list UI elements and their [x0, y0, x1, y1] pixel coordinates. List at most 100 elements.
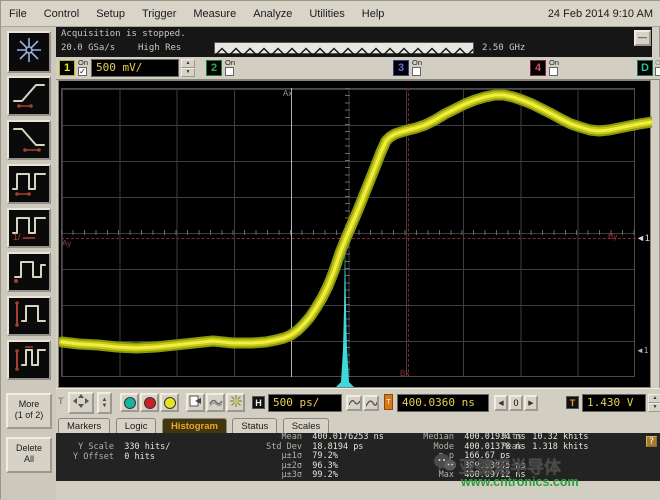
channel-1-on-label: On [78, 58, 88, 67]
channel-4-button[interactable]: 4 [530, 60, 546, 76]
export-waveform-button[interactable] [186, 393, 205, 412]
memory-bar-wave [215, 49, 473, 56]
channel-3-on-checkbox[interactable] [412, 67, 421, 76]
zoom-out-time-button[interactable] [346, 395, 362, 411]
channel-digital-on-checkbox[interactable] [655, 67, 660, 76]
channel-4-on-checkbox[interactable] [549, 67, 558, 76]
brightness-icon [230, 394, 242, 412]
y-offset-label: Y Offset [62, 453, 114, 463]
more-button-line2: (1 of 2) [8, 410, 50, 421]
arrow-page-icon [189, 394, 202, 412]
delay-zero-button[interactable]: 0 [509, 395, 523, 411]
channel-1-scale-spinner[interactable]: ▲▼ [181, 59, 195, 77]
channel-digital-button[interactable]: D [637, 60, 653, 76]
menu-measure[interactable]: Measure [193, 8, 236, 20]
horizontal-toolbar: T ▲ ▼ [56, 388, 660, 417]
rise-time-button[interactable] [7, 76, 51, 116]
marker-star-button[interactable] [7, 31, 51, 73]
horizontal-label: H [252, 396, 265, 409]
period-icon [10, 255, 48, 290]
channel-2-button[interactable]: 2 [206, 60, 222, 76]
stats-column-3: Hits 10.32 khits Peak 1.318 khits [488, 433, 589, 452]
menu-control[interactable]: Control [44, 8, 79, 20]
trigger-label: T [566, 396, 579, 409]
fall-time-icon [10, 123, 48, 158]
help-button[interactable]: ? [646, 436, 657, 447]
marker-color-yellow-button[interactable] [160, 393, 179, 412]
frequency-button[interactable]: 1/ [7, 208, 51, 248]
trigger-position-flag-icon[interactable]: T [384, 394, 393, 410]
channel-1-on-checkbox[interactable]: ✓ [78, 67, 87, 76]
y-offset-value: 0 hits [124, 452, 155, 462]
menu-setup[interactable]: Setup [96, 8, 125, 20]
zoom-in-time-button[interactable] [363, 395, 379, 411]
v-top-button[interactable] [7, 340, 51, 380]
vertical-nudge-button[interactable]: ▲ ▼ [97, 392, 112, 414]
delay-right-button[interactable]: ▶ [524, 395, 538, 411]
minimize-button[interactable]: — [634, 30, 651, 46]
shrink-wave-icon [349, 394, 360, 412]
timebase-field[interactable]: 500 ps/ [268, 394, 342, 412]
frequency-icon: 1/ [10, 211, 48, 246]
menu-utilities[interactable]: Utilities [309, 8, 344, 20]
persistence-button[interactable] [206, 393, 225, 412]
pp-value: 166.67 ps [464, 451, 510, 461]
period-button[interactable] [7, 252, 51, 292]
v-amplitude-icon [10, 299, 48, 334]
nudge-down-icon: ▼ [102, 403, 108, 409]
channel-1-button[interactable]: 1 [59, 60, 75, 76]
marker-color-red-button[interactable] [140, 393, 159, 412]
menu-analyze[interactable]: Analyze [253, 8, 292, 20]
channel-3-button[interactable]: 3 [393, 60, 409, 76]
trigger-level-field[interactable]: 1.430 V [582, 394, 646, 412]
max-label: Max [376, 471, 454, 481]
delete-all-button[interactable]: Delete All [6, 437, 52, 473]
window-bottom-strip [56, 481, 660, 500]
menu-bar: File Control Setup Trigger Measure Analy… [1, 1, 660, 27]
more-button-line1: More [8, 399, 50, 410]
acquisition-status-bar: Acquisition is stopped. 20.0 GSa/s High … [56, 27, 652, 57]
channel-2-on-checkbox[interactable] [225, 67, 234, 76]
ground-reference-marker[interactable]: ◄1 [636, 346, 648, 355]
histogram-statistics-panel: Y Scale 330 hits/ Y Offset 0 hits Mean 4… [56, 433, 660, 481]
star-icon [10, 35, 48, 70]
pan-arrows-icon [72, 393, 90, 414]
channel-2-on-label: On [225, 58, 235, 67]
pan-pad-button[interactable] [68, 392, 94, 414]
waveform-display: Ax Bx Ay By ◄1 ◄1 [58, 80, 651, 388]
sigma3-label: μ±3σ [186, 471, 302, 481]
overlapping-waves-icon [209, 394, 223, 412]
menu-file[interactable]: File [9, 8, 27, 20]
datetime-display: 24 Feb 2014 9:10 AM [548, 8, 653, 20]
waveform-canvas [59, 81, 652, 389]
delete-all-line1: Delete [8, 443, 50, 454]
channel-3-on-label: On [412, 58, 422, 67]
trigger-level-marker[interactable]: ◄1 [636, 233, 650, 243]
plus-width-icon [10, 167, 48, 202]
peak-value: 1.318 khits [532, 442, 588, 452]
menu-trigger[interactable]: Trigger [142, 8, 176, 20]
trigger-level-spinner[interactable]: ▲▼ [648, 394, 660, 412]
plus-width-button[interactable] [7, 164, 51, 204]
intensity-button[interactable] [226, 393, 245, 412]
marker-color-teal-button[interactable] [120, 393, 139, 412]
more-button[interactable]: More (1 of 2) [6, 393, 52, 429]
channel-4-on-label: On [549, 58, 559, 67]
memory-bar [214, 42, 474, 54]
sigma3-value: 99.2% [312, 470, 338, 480]
channel1-waveform-outer [62, 95, 652, 348]
delay-left-button[interactable]: ◀ [494, 395, 508, 411]
channel-1-scale-field[interactable]: 500 mV/ [91, 59, 179, 77]
rise-time-icon [10, 79, 48, 114]
sigma2-value: 96.3% [312, 461, 338, 471]
left-arrow-icon: ◀ [498, 399, 503, 407]
fall-time-button[interactable] [7, 120, 51, 160]
min-value: 399.93845 ns [464, 461, 525, 471]
oscilloscope-window: File Control Setup Trigger Measure Analy… [0, 0, 660, 499]
v-amplitude-button[interactable] [7, 296, 51, 336]
channel-bar: 1 On ✓ 500 mV/ ▲▼ 2 On 3 On 4 On D On [56, 57, 660, 80]
delay-field[interactable]: 400.0360 ns [397, 394, 489, 412]
menu-help[interactable]: Help [362, 8, 385, 20]
right-arrow-icon: ▶ [528, 399, 533, 407]
left-toolbar: 1/ More ( [1, 27, 56, 500]
